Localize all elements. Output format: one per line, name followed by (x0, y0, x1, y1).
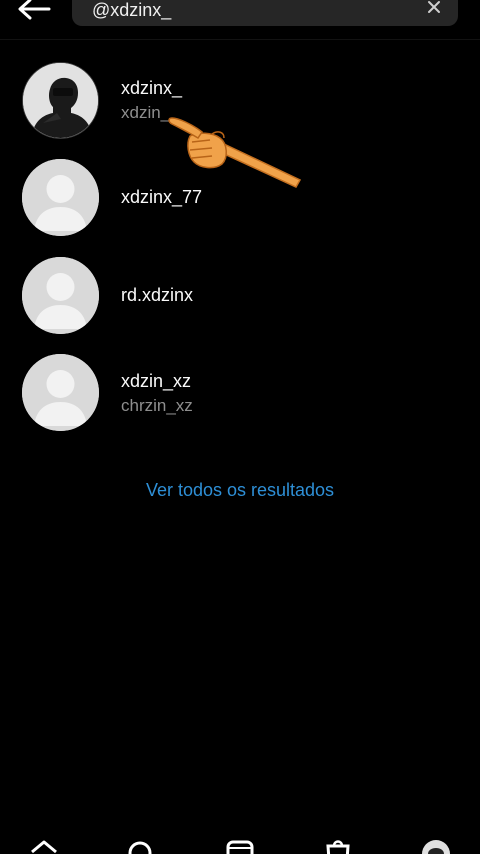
reels-icon[interactable] (220, 834, 260, 854)
username: xdzinx_77 (121, 187, 203, 207)
home-icon[interactable] (24, 834, 64, 854)
search-header (0, 0, 480, 40)
username: xdzin_xz (121, 371, 192, 391)
profile-avatar[interactable] (416, 834, 456, 854)
see-all-results-link[interactable]: Ver todos os resultados (0, 480, 480, 501)
full-name: xdzin_ (121, 103, 171, 122)
result-names: xdzinx_ xdzin_ (121, 77, 182, 124)
search-box (72, 0, 458, 26)
result-names: xdzinx_77 (121, 186, 202, 208)
bottom-navigation (0, 834, 480, 854)
result-names: rd.xdzinx (121, 284, 193, 306)
search-result-item[interactable]: xdzin_xz chrzin_xz (0, 345, 480, 439)
username: xdzinx_ (121, 78, 183, 98)
username: rd.xdzinx (121, 285, 194, 305)
search-result-item[interactable]: xdzinx_ xdzin_ (0, 53, 480, 147)
back-arrow-icon[interactable] (14, 0, 54, 24)
search-icon[interactable] (120, 834, 160, 854)
search-result-item[interactable]: rd.xdzinx (0, 248, 480, 342)
close-icon[interactable] (424, 0, 444, 17)
full-name: chrzin_xz (121, 396, 193, 415)
avatar (22, 257, 99, 334)
search-input[interactable] (92, 0, 412, 22)
search-result-item[interactable]: xdzinx_77 (0, 150, 480, 244)
result-names: xdzin_xz chrzin_xz (121, 370, 193, 417)
avatar (22, 159, 99, 236)
shop-icon[interactable] (318, 834, 358, 854)
avatar (22, 62, 99, 139)
avatar (22, 354, 99, 431)
